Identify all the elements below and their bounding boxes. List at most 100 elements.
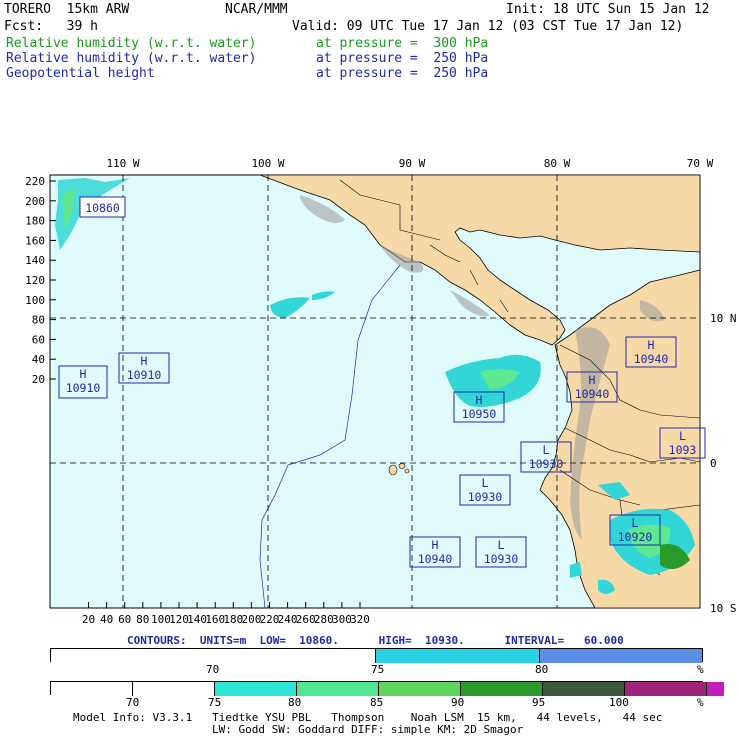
colorbar-segment [376, 649, 540, 663]
center-type: L [498, 538, 505, 552]
colorbar-rh300 [50, 648, 703, 663]
longitude-label: 90 W [399, 157, 426, 170]
field-3-name: Geopotential height [6, 66, 155, 81]
colorbar-label: 85 [370, 696, 384, 709]
y-tick-label: 40 [32, 353, 45, 366]
center-type: H [141, 354, 148, 368]
colorbar-rh250 [50, 681, 724, 696]
center-type: H [80, 367, 87, 381]
center-value: 10940 [634, 352, 669, 366]
colorbar-segment [51, 682, 133, 696]
y-tick-label: 100 [25, 294, 45, 307]
colorbar-label: 100 [609, 696, 629, 709]
center-type: L [632, 516, 639, 530]
model-title: TORERO 15km ARW [4, 2, 130, 17]
y-tick-label: 80 [32, 314, 45, 327]
x-tick-label: 180 [223, 613, 243, 626]
colorbar-segment [707, 682, 724, 696]
valid-time: Valid: 09 UTC Tue 17 Jan 12 (03 CST Tue … [292, 19, 684, 34]
center-value: 10930 [468, 490, 503, 504]
center-value: 10920 [618, 530, 653, 544]
center-value: 10950 [462, 407, 497, 421]
x-tick-label: 60 [118, 613, 131, 626]
x-tick-label: 300 [332, 613, 352, 626]
colorbar-segment [379, 682, 461, 696]
y-tick-label: 140 [25, 254, 45, 267]
latitude-labels: 10 N 0 10 S [710, 312, 737, 615]
center-type: H [476, 393, 483, 407]
center-type: H [648, 338, 655, 352]
colorbar-label: 90 [451, 696, 465, 709]
longitude-label: 100 W [251, 157, 284, 170]
x-tick-label: 200 [241, 613, 261, 626]
center-type: L [543, 443, 550, 457]
contour-info: CONTOURS: UNITS=m LOW= 10860. HIGH= 1093… [127, 634, 624, 647]
field-3-level: at pressure = 250 hPa [316, 66, 489, 81]
colorbar-label: 70 [126, 696, 140, 709]
colorbar-segment [51, 649, 376, 663]
y-tick-label: 120 [25, 274, 45, 287]
model-info-line-2: LW: Godd SW: Goddard DIFF: simple KM: 2D… [212, 723, 524, 736]
colorbar-segment [297, 682, 379, 696]
colorbar-label: 75 [371, 663, 385, 676]
x-tick-label: 120 [169, 613, 189, 626]
longitude-labels: 110 W 100 W 90 W 80 W 70 W [106, 157, 713, 170]
x-tick-label: 320 [350, 613, 370, 626]
center-value: 1093 [669, 443, 697, 457]
colorbar-label: 80 [288, 696, 302, 709]
x-tick-label: 80 [136, 613, 149, 626]
x-tick-label: 100 [151, 613, 171, 626]
colorbar-segment [543, 682, 625, 696]
field-1-name: Relative humidity (w.r.t. water) [6, 36, 257, 51]
colorbar-label: 80 [535, 663, 549, 676]
colorbar-segment [133, 682, 215, 696]
colorbar-segment [540, 649, 702, 663]
field-2-level: at pressure = 250 hPa [316, 51, 489, 66]
x-tick-label: 240 [278, 613, 298, 626]
y-tick-label: 160 [25, 234, 45, 247]
colorbar-segment [215, 682, 297, 696]
x-tick-label: 220 [260, 613, 280, 626]
colorbar-label: % [697, 696, 704, 709]
colorbar-segment [461, 682, 543, 696]
x-tick-label: 40 [100, 613, 113, 626]
x-tick-label: 280 [314, 613, 334, 626]
center-type: H [432, 538, 439, 552]
field-1-level: at pressure = 300 hPa [316, 36, 489, 51]
center-value: 10930 [529, 457, 564, 471]
weather-map: 110 W 100 W 90 W 80 W 70 W 10 N010 S 2202001… [25, 157, 737, 626]
latitude-label: 0 [710, 457, 717, 470]
field-2-name: Relative humidity (w.r.t. water) [6, 51, 257, 66]
latitude-label: 10 N [710, 312, 737, 325]
center-value: 10860 [85, 201, 120, 215]
forecast-hour: Fcst: 39 h [4, 19, 98, 34]
x-tick-label: 160 [205, 613, 225, 626]
y-tick-label: 200 [25, 195, 45, 208]
longitude-label: 110 W [106, 157, 139, 170]
x-tick-label: 260 [296, 613, 316, 626]
height-label: 10860 [79, 196, 126, 218]
latitude-label: 10 S [710, 602, 737, 615]
longitude-label: 70 W [687, 157, 714, 170]
center-value: 10940 [575, 387, 610, 401]
y-tick-label: 220 [25, 175, 45, 188]
x-tick-label: 140 [187, 613, 207, 626]
longitude-label: 80 W [544, 157, 571, 170]
colorbar-segment [625, 682, 707, 696]
organization: NCAR/MMM [225, 2, 288, 17]
colorbar-label: 70 [206, 663, 220, 676]
center-value: 10910 [66, 381, 101, 395]
center-type: L [482, 476, 489, 490]
center-value: 10940 [418, 552, 453, 566]
y-tick-label: 20 [32, 373, 45, 386]
center-type: H [589, 373, 596, 387]
x-tick-label: 20 [82, 613, 95, 626]
colorbar-label: 75 [208, 696, 222, 709]
y-tick-label: 60 [32, 333, 45, 346]
y-tick-label: 180 [25, 215, 45, 228]
init-time: Init: 18 UTC Sun 15 Jan 12 [506, 2, 710, 17]
center-value: 10930 [484, 552, 519, 566]
center-value: 10910 [127, 368, 162, 382]
colorbar-label: 95 [532, 696, 546, 709]
colorbar-label: % [697, 663, 704, 676]
